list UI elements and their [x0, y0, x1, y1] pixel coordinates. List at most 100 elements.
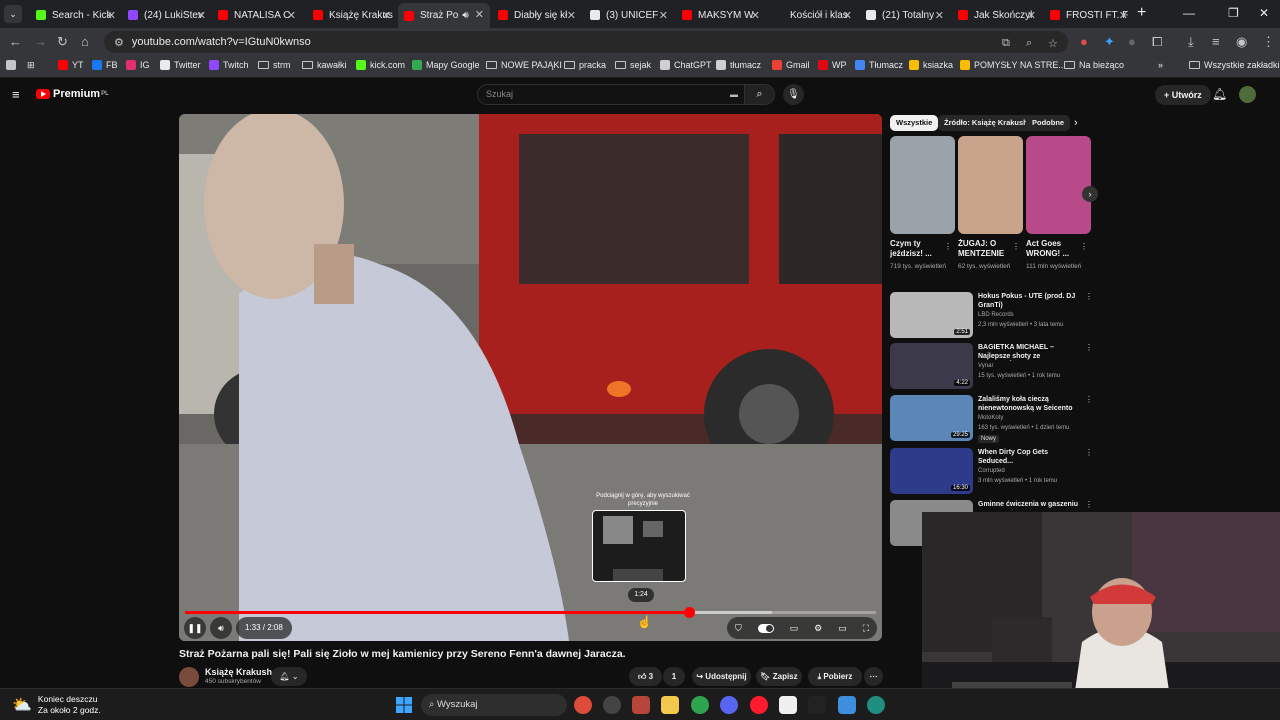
app-icon[interactable] — [808, 696, 826, 714]
browser-tab[interactable]: Jak Skończył ✕ — [952, 4, 1042, 26]
tab-close-icon[interactable]: ✕ — [1119, 9, 1128, 22]
chips-next-icon[interactable]: › — [1074, 117, 1078, 129]
download-icon[interactable]: ⤓ — [1188, 34, 1194, 50]
chip-source[interactable]: Źródło: Książę Krakush — [938, 115, 1034, 131]
restore-icon[interactable]: ❐ — [1228, 6, 1239, 20]
browser-tab[interactable]: Search - Kick ✕ — [30, 4, 122, 26]
bookmark-grid-icon[interactable]: ⊞ — [27, 60, 35, 71]
channel-name[interactable]: Książę Krakush — [205, 667, 272, 677]
weather-widget[interactable]: ⛅ Koniec deszczu Za około 2 godz. — [12, 694, 101, 716]
windows-start-icon[interactable] — [396, 697, 412, 713]
video-player[interactable]: Podciągnij w górę, aby wyszukiwać precyz… — [179, 114, 882, 641]
video-thumbnail[interactable]: 2:51 — [890, 292, 973, 338]
keyboard-icon[interactable]: ▬ — [730, 85, 738, 104]
address-bar[interactable]: ⚙ youtube.com/watch?v=IGtuN0kwnso — [104, 31, 1068, 53]
chrome-app-icon[interactable] — [574, 696, 592, 714]
video-more-icon[interactable]: ⋮ — [1085, 292, 1093, 301]
search-input[interactable]: Szukaj ▬ — [477, 84, 745, 105]
notifications-bell-icon[interactable]: 🔔︎ — [1212, 87, 1227, 101]
extension-icon[interactable]: ✦ — [1104, 34, 1115, 50]
share-button[interactable]: ↪ Udostępnij — [692, 667, 751, 686]
more-actions-button[interactable]: ⋯ — [864, 667, 883, 686]
video-channel[interactable]: Vynar — [978, 363, 993, 369]
video-title[interactable]: When Dirty Cop Gets Seduced... — [978, 448, 1082, 466]
bookmark-item[interactable]: ksiazka — [909, 60, 953, 70]
extensions-puzzle-icon[interactable]: ⧠ — [1152, 34, 1162, 50]
browser-tab[interactable]: Kościół i klas ✕ — [768, 4, 858, 26]
bookmark-item[interactable]: FB — [92, 60, 118, 70]
tab-close-icon[interactable]: ✕ — [197, 9, 206, 22]
bookmark-item[interactable]: sejak — [615, 60, 651, 70]
related-video[interactable]: 2:51 Hokus Pokus - UTE (prod. DJ GranTi) L… — [890, 292, 1093, 338]
short-more-icon[interactable]: ⋮ — [1080, 242, 1088, 251]
guide-menu-icon[interactable]: ≡ — [12, 87, 20, 102]
bookmark-item[interactable]: WP — [818, 60, 847, 70]
youtube-logo[interactable]: Premium PL — [36, 88, 109, 100]
pause-button[interactable]: ❚❚ — [184, 617, 206, 639]
video-title[interactable]: Gminne ćwiczenia w gaszeniu — [978, 500, 1082, 509]
extension-app-icon[interactable] — [603, 696, 621, 714]
video-thumbnail[interactable]: 29:25 — [890, 395, 973, 441]
photos-app-icon[interactable] — [632, 696, 650, 714]
video-channel[interactable]: Corrupted — [978, 468, 1005, 474]
account-avatar[interactable] — [1239, 86, 1256, 103]
video-title[interactable]: Zalaliśmy koła cieczą nienewtonowską w S… — [978, 395, 1082, 413]
short-thumbnail[interactable] — [958, 136, 1023, 234]
save-button[interactable]: 🔖︎ Zapisz — [756, 667, 802, 686]
site-info-icon[interactable]: ⚙ — [114, 36, 124, 49]
discord-app-icon[interactable] — [720, 696, 738, 714]
subscription-bell-button[interactable]: 🔔︎ ⌄ — [271, 667, 307, 686]
opera-app-icon[interactable] — [750, 696, 768, 714]
bookmark-item[interactable]: Twitter — [160, 60, 201, 70]
browser-tab[interactable]: Książę Krakus ✕ — [307, 4, 397, 26]
video-more-icon[interactable]: ⋮ — [1085, 343, 1093, 352]
vpn-app-icon[interactable] — [691, 696, 709, 714]
tab-close-icon[interactable]: ✕ — [475, 8, 484, 21]
tab-close-icon[interactable]: ✕ — [107, 9, 116, 22]
tab-close-icon[interactable]: ✕ — [287, 9, 296, 22]
home-icon[interactable]: ⌂ — [81, 34, 89, 49]
kick-app-icon[interactable] — [779, 696, 797, 714]
back-icon[interactable]: ← — [9, 34, 22, 49]
bookmark-item[interactable]: Mapy Google — [412, 60, 480, 70]
bookmark-item[interactable]: POMYSŁY NA STRE... — [960, 60, 1066, 70]
progress-bar[interactable] — [185, 607, 876, 618]
volume-button[interactable]: 🔊︎ — [210, 617, 232, 639]
bookmark-item[interactable]: NOWE PAJĄKI — [486, 60, 562, 70]
tab-audio-icon[interactable]: 🔊︎ — [462, 10, 468, 21]
shorts-next-icon[interactable]: › — [1082, 186, 1098, 202]
subtitles-icon[interactable]: ▭ — [790, 623, 799, 634]
bookmark-item[interactable]: IG — [126, 60, 150, 70]
bookmark-item[interactable]: Gmail — [772, 60, 810, 70]
bookmark-item[interactable]: kick.com — [356, 60, 405, 70]
record-extension-icon[interactable]: ● — [1080, 34, 1088, 49]
new-tab-button[interactable]: + — [1137, 4, 1146, 22]
install-icon[interactable]: ⧉ — [1002, 37, 1010, 50]
video-thumbnail[interactable]: 16:30 — [890, 448, 973, 494]
bookmark-item[interactable]: pracka — [564, 60, 606, 70]
tab-close-icon[interactable]: ✕ — [843, 9, 852, 22]
browser-tab[interactable]: (21) Totalny ✕ — [860, 4, 950, 26]
tab-close-icon[interactable]: ✕ — [935, 9, 944, 22]
bookmark-apps-icon[interactable] — [6, 60, 20, 70]
browser-tab[interactable]: Straż Po 🔊︎ ✕ — [398, 3, 490, 28]
voice-search-button[interactable]: 🎙 — [783, 84, 804, 105]
bookmark-item[interactable]: strm — [258, 60, 291, 70]
media-control-icon[interactable]: ≡ — [1212, 34, 1220, 49]
browser-menu-icon[interactable]: ⋮ — [1262, 34, 1275, 50]
fullscreen-icon[interactable]: ⛶ — [863, 623, 869, 634]
forward-icon[interactable]: → — [34, 34, 47, 49]
bookmark-item[interactable]: Tłumacz — [855, 60, 903, 70]
video-channel[interactable]: LBD Records — [978, 312, 1014, 318]
notepad-app-icon[interactable] — [838, 696, 856, 714]
video-channel[interactable]: MotoKoty — [978, 415, 1003, 421]
video-title[interactable]: Hokus Pokus - UTE (prod. DJ GranTi) — [978, 292, 1082, 310]
shield-icon[interactable]: ⛉ — [735, 623, 742, 634]
settings-gear-icon[interactable]: ⚙ — [814, 623, 822, 634]
bookmark-star-icon[interactable]: ☆ — [1048, 37, 1058, 50]
like-button[interactable]: 👍︎ 3 — [629, 667, 662, 686]
tab-close-icon[interactable]: ✕ — [382, 9, 391, 22]
profile-avatar-icon[interactable]: ◉ — [1236, 34, 1247, 50]
chip-all[interactable]: Wszystkie — [890, 115, 939, 131]
channel-avatar[interactable] — [179, 667, 199, 687]
